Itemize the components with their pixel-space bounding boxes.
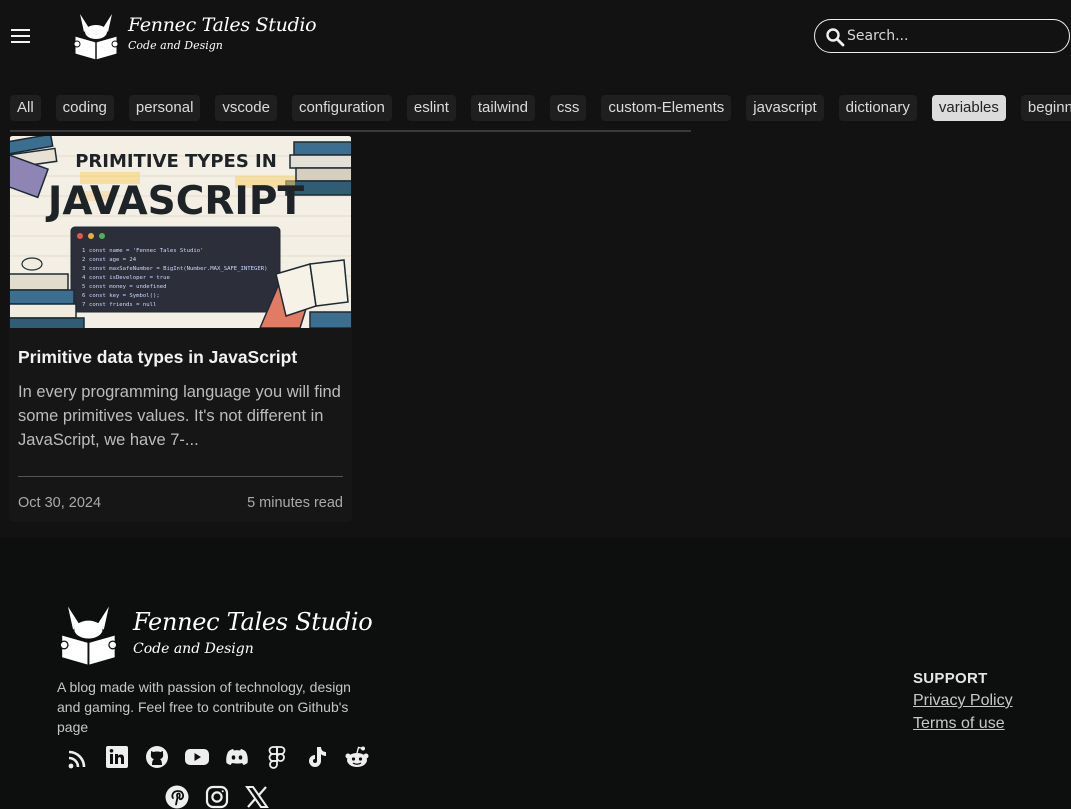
support-heading: SUPPORT — [913, 670, 988, 687]
search-input[interactable] — [847, 25, 1057, 47]
tag-configuration[interactable]: configuration — [291, 95, 392, 121]
instagram-icon[interactable] — [204, 784, 230, 809]
thumbnail-heading-2: JAVASCRIPT — [45, 179, 305, 224]
search-icon[interactable] — [825, 27, 845, 47]
svg-text:7: 7 — [82, 302, 85, 308]
tag-all[interactable]: All — [10, 95, 41, 121]
tag-javascript[interactable]: javascript — [746, 95, 824, 121]
fennec-reading-logo-icon — [59, 606, 118, 667]
site-logo[interactable]: Fennec Tales Studio Code and Design — [72, 12, 317, 62]
card-divider — [18, 476, 343, 477]
svg-text:6: 6 — [82, 293, 85, 299]
svg-text:1: 1 — [82, 248, 85, 254]
code-line: const name = 'Fennec Tales Studio' — [89, 248, 204, 254]
discord-icon[interactable] — [224, 744, 250, 770]
post-read-time: 5 minutes read — [247, 495, 343, 511]
tag-beginners[interactable]: beginners — [1020, 95, 1071, 121]
tag-variables[interactable]: variables — [931, 95, 1006, 121]
footer-description: A blog made with passion of technology, … — [57, 679, 351, 735]
svg-text:3: 3 — [82, 266, 85, 272]
svg-text:5: 5 — [82, 284, 85, 290]
footer-brand-subtitle: Code and Design — [133, 641, 254, 657]
tag-filter-bar: All coding personal vscode configuration esli… — [10, 95, 1071, 122]
search-box[interactable] — [814, 19, 1070, 53]
brand-subtitle: Code and Design — [128, 39, 223, 52]
privacy-policy-link[interactable]: Privacy Policy — [913, 692, 1013, 710]
tag-eslint[interactable]: eslint — [406, 95, 456, 121]
tag-personal[interactable]: personal — [128, 95, 201, 121]
post-card[interactable]: PRIMITIVE TYPES IN JAVASCRIPT 1234567 co… — [9, 136, 352, 522]
tag-vscode[interactable]: vscode — [215, 95, 277, 121]
rss-icon[interactable] — [64, 746, 90, 772]
pinterest-icon[interactable] — [164, 784, 190, 809]
tag-tailwind[interactable]: tailwind — [470, 95, 535, 121]
tag-dictionary[interactable]: dictionary — [838, 95, 917, 121]
code-line: const maxSafeNumber = BigInt(Number.MAX_… — [89, 266, 268, 272]
tiktok-icon[interactable] — [304, 744, 330, 770]
code-line: const age = 24 — [89, 257, 137, 263]
figma-icon[interactable] — [264, 744, 290, 770]
reddit-icon[interactable] — [344, 744, 370, 770]
footer-logo[interactable]: Fennec Tales Studio Code and Design — [57, 604, 373, 668]
footer-brand-title: Fennec Tales Studio — [133, 608, 373, 636]
post-thumbnail-illustration: PRIMITIVE TYPES IN JAVASCRIPT 1234567 co… — [10, 136, 351, 328]
hamburger-menu-icon[interactable] — [10, 25, 32, 45]
code-line: const key = Symbol(); — [89, 293, 160, 299]
support-section: SUPPORT Privacy Policy Terms of use — [913, 670, 1013, 733]
linkedin-icon[interactable] — [104, 744, 130, 770]
code-line: const isDeveloper = true — [89, 275, 170, 281]
code-line: const friends = null — [89, 302, 156, 308]
tag-css[interactable]: css — [549, 95, 587, 121]
tag-custom-elements[interactable]: custom-Elements — [601, 95, 732, 121]
tag-coding[interactable]: coding — [55, 95, 114, 121]
post-excerpt: In every programming language you will f… — [18, 383, 341, 449]
code-line: const money = undefined — [89, 284, 166, 290]
terms-of-use-link[interactable]: Terms of use — [913, 715, 1013, 733]
fennec-reading-logo-icon — [73, 14, 119, 61]
youtube-icon[interactable] — [184, 744, 210, 770]
brand-title: Fennec Tales Studio — [128, 14, 317, 36]
site-header: Fennec Tales Studio Code and Design — [0, 0, 1071, 78]
svg-text:2: 2 — [82, 257, 85, 263]
site-footer: Fennec Tales Studio Code and Design A bl… — [0, 538, 1071, 809]
post-date: Oct 30, 2024 — [18, 495, 102, 511]
github-icon[interactable] — [144, 744, 170, 770]
thumbnail-heading-1: PRIMITIVE TYPES IN — [75, 151, 277, 172]
tag-divider — [10, 130, 691, 132]
x-icon[interactable] — [244, 784, 270, 809]
post-thumbnail: PRIMITIVE TYPES IN JAVASCRIPT 1234567 co… — [10, 136, 351, 328]
post-title[interactable]: Primitive data types in JavaScript — [18, 347, 348, 368]
